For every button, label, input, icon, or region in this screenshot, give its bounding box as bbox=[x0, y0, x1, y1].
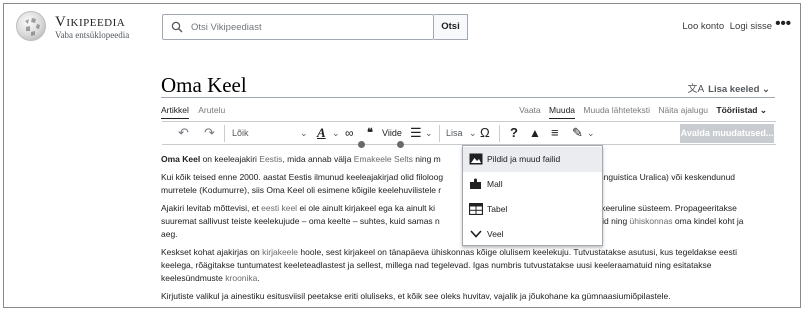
link-uhiskonnas[interactable]: ühiskonnas bbox=[630, 216, 673, 226]
paragraph-format-label[interactable]: Lõik bbox=[232, 122, 249, 144]
wikipedia-globe-logo[interactable] bbox=[16, 11, 46, 41]
page-title: Oma Keel bbox=[161, 73, 247, 97]
text-style-icon[interactable]: A bbox=[317, 122, 326, 144]
text: ei ole ainult kirjakeel ega ka ainult ki bbox=[297, 203, 436, 213]
undo-icon[interactable]: ↶ bbox=[178, 122, 189, 144]
image-icon bbox=[469, 153, 483, 165]
chevron-down-icon: ⌄ bbox=[762, 84, 770, 95]
chevron-down-icon[interactable]: ⌄ bbox=[300, 122, 308, 144]
list-icon[interactable]: ☰ bbox=[410, 122, 422, 144]
text: Keskset kohat ajakirjas on bbox=[161, 247, 263, 257]
notices-icon[interactable]: ▲ bbox=[529, 122, 541, 144]
chevron-down-icon[interactable]: ⌄ bbox=[425, 122, 433, 144]
tools-label: Tööriistad bbox=[716, 105, 758, 115]
chevron-down-icon[interactable]: ⌄ bbox=[469, 122, 477, 144]
tools-menu[interactable]: Tööriistad ⌄ bbox=[716, 105, 767, 116]
search-placeholder: Otsi Vikipeediast bbox=[191, 22, 262, 33]
text: , mida annab välja bbox=[282, 154, 354, 164]
search-button[interactable]: Otsi bbox=[434, 14, 468, 40]
insert-menu-dropdown: Pildid ja muud failid Mall Tabel Veel bbox=[462, 145, 603, 246]
paragraph: Kirjutiste valikul ja ainestiku esitusvi… bbox=[161, 291, 671, 301]
text: suuremat sallivust teiste keelekujude – … bbox=[161, 216, 440, 226]
toolbar-separator bbox=[224, 125, 225, 142]
help-icon[interactable]: ? bbox=[510, 122, 518, 144]
insert-menu-item-table[interactable]: Tabel bbox=[463, 197, 602, 222]
text: hoole, sest kirjakeel on tänapäeva ühisk… bbox=[298, 247, 737, 257]
link-icon[interactable]: ∞ bbox=[345, 122, 354, 144]
text: keelesündmuste bbox=[161, 273, 226, 283]
tab-article[interactable]: Artikkel bbox=[161, 105, 189, 119]
user-links: Loo konto Logi sisse bbox=[679, 21, 772, 32]
table-icon bbox=[469, 203, 483, 215]
menu-item-label: Veel bbox=[487, 229, 504, 239]
tab-history[interactable]: Näita ajalugu bbox=[658, 105, 708, 115]
text: s, Linguistica Uralica) või keskendunud bbox=[588, 172, 736, 182]
insert-menu-item-template[interactable]: Mall bbox=[463, 172, 602, 197]
text: . bbox=[257, 273, 260, 283]
link-kroonika[interactable]: kroonika bbox=[225, 273, 257, 283]
language-icon: 文A bbox=[687, 84, 705, 95]
toolbar-separator bbox=[439, 125, 440, 142]
text: Kui kõik teised enne 2000. aastat Eestis… bbox=[161, 172, 444, 182]
tab-edit[interactable]: Muuda bbox=[549, 105, 576, 119]
cite-icon[interactable]: ❝ bbox=[367, 122, 373, 144]
cursor-marker bbox=[358, 141, 365, 148]
chevron-down-icon[interactable]: ⌄ bbox=[587, 122, 595, 144]
toolbar-separator bbox=[499, 125, 500, 142]
text: murretele (Kodumurre), siis Oma Keel oli… bbox=[161, 185, 442, 195]
redo-icon[interactable]: ↷ bbox=[204, 122, 215, 144]
text: on keeleajakiri bbox=[200, 154, 260, 164]
title-divider bbox=[161, 97, 775, 98]
paragraph: Keskset kohat ajakirjas on kirjakeele ho… bbox=[161, 246, 775, 285]
tab-talk[interactable]: Arutelu bbox=[198, 105, 225, 115]
link-eestis[interactable]: Eestis bbox=[259, 154, 282, 164]
edit-mode-pencil-icon[interactable]: ✎ bbox=[572, 122, 583, 144]
text: oma kindel koht ja bbox=[672, 216, 744, 226]
insert-menu-button[interactable]: Lisa bbox=[446, 122, 463, 144]
create-account-link[interactable]: Loo konto bbox=[682, 21, 724, 32]
add-languages-label: Lisa keeled bbox=[708, 84, 760, 95]
menu-item-label: Mall bbox=[487, 179, 503, 189]
link-eesti-keel[interactable]: eesti keel bbox=[261, 203, 297, 213]
log-in-link[interactable]: Logi sisse bbox=[730, 21, 772, 32]
link-kirjakeele[interactable]: kirjakeele bbox=[262, 247, 298, 257]
search-icon bbox=[171, 21, 183, 33]
insert-menu-item-media[interactable]: Pildid ja muud failid bbox=[463, 147, 602, 172]
namespace-tabs: Artikkel Arutelu bbox=[161, 105, 232, 119]
more-options-icon[interactable]: ••• bbox=[775, 15, 791, 32]
browser-frame: Vikipeedia Vaba entsüklopeedia Otsi Viki… bbox=[3, 3, 801, 308]
site-tagline: Vaba entsüklopeedia bbox=[55, 30, 130, 40]
search-input[interactable]: Otsi Vikipeediast bbox=[162, 14, 434, 40]
chevron-down-icon: ⌄ bbox=[759, 105, 767, 115]
tab-edit-source[interactable]: Muuda lähteteksti bbox=[583, 105, 650, 115]
text: keelega, rõägitakse tuntumatest keeletea… bbox=[161, 260, 712, 270]
menu-item-label: Tabel bbox=[487, 204, 508, 214]
text: Ajakiri levitab mõttevisi, et bbox=[161, 203, 262, 213]
tab-read[interactable]: Vaata bbox=[519, 105, 541, 115]
bold-term: Oma Keel bbox=[161, 154, 201, 164]
puzzle-icon bbox=[470, 178, 481, 189]
editor-toolbar: ↶ ↷ Lõik ⌄ A ⌄ ∞ ❝ Viide ☰ ⌄ Lisa ⌄ Ω ? … bbox=[162, 121, 776, 145]
insert-menu-item-more[interactable]: Veel bbox=[463, 222, 602, 247]
view-tabs: Vaata Muuda Muuda lähteteksti Näita ajal… bbox=[513, 105, 767, 119]
site-wordmark[interactable]: Vikipeedia bbox=[55, 14, 125, 31]
text: ning m bbox=[412, 154, 441, 164]
text: aeg. bbox=[161, 229, 178, 239]
chevron-down-icon bbox=[470, 230, 482, 238]
publish-changes-button[interactable]: Avalda muudatused... bbox=[680, 124, 774, 143]
menu-item-label: Pildid ja muud failid bbox=[487, 154, 561, 164]
page-options-icon[interactable]: ≡ bbox=[551, 122, 559, 144]
link-emakeele-selts[interactable]: Emakeele Selts bbox=[354, 154, 413, 164]
special-character-icon[interactable]: Ω bbox=[480, 122, 490, 144]
chevron-down-icon[interactable]: ⌄ bbox=[332, 122, 340, 144]
cursor-marker bbox=[397, 141, 404, 148]
add-languages-button[interactable]: 文A Lisa keeled ⌄ bbox=[687, 80, 770, 95]
